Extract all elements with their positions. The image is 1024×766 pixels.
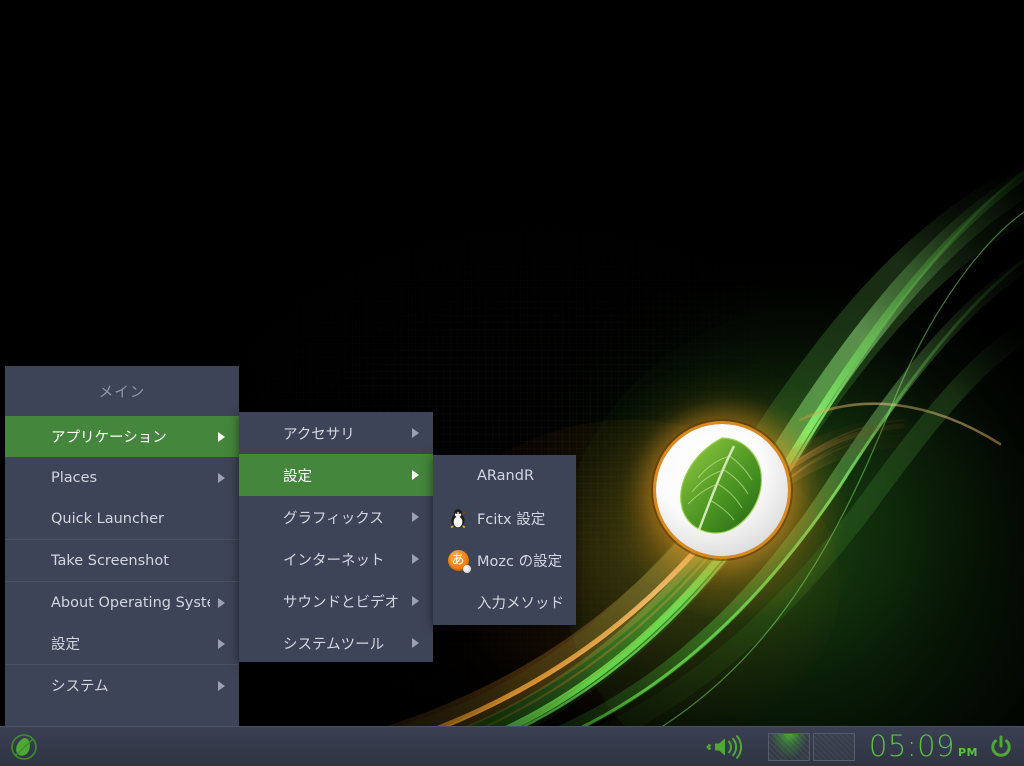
main-menu-header: メイン bbox=[98, 384, 146, 401]
menu-item-label: システム bbox=[51, 679, 109, 695]
menu-item-label: アクセサリ bbox=[283, 426, 355, 443]
chevron-right-icon bbox=[218, 431, 225, 442]
menu-item-input-method[interactable]: 入力メソッド bbox=[433, 581, 576, 623]
menu-item-graphics[interactable]: グラフィックス bbox=[239, 496, 433, 538]
chevron-right-icon bbox=[218, 638, 225, 649]
menu-item-label: 設定 bbox=[51, 637, 80, 653]
chevron-right-icon bbox=[412, 638, 419, 648]
volume-speaker-icon bbox=[706, 734, 742, 759]
bodhi-leaf-badge bbox=[656, 424, 788, 556]
tux-penguin-icon bbox=[447, 507, 469, 529]
clock-ampm: PM bbox=[957, 746, 978, 759]
desktop-pager[interactable] bbox=[758, 732, 865, 761]
main-menu-panel[interactable]: メイン アプリケーション Places Quick Launcher Take … bbox=[5, 366, 239, 726]
menu-item-internet[interactable]: インターネット bbox=[239, 538, 433, 580]
desktop-screen: メイン アプリケーション Places Quick Launcher Take … bbox=[0, 0, 1024, 766]
menu-item-label: アプリケーション bbox=[51, 430, 167, 446]
menu-item-system[interactable]: システム bbox=[5, 665, 239, 706]
menu-item-sound-and-video[interactable]: サウンドとビデオ bbox=[239, 580, 433, 622]
menu-item-label: Places bbox=[51, 469, 98, 486]
start-menu-button[interactable] bbox=[0, 727, 48, 766]
bodhi-menu-leaf-icon bbox=[11, 733, 37, 760]
menu-item-about-operating-system[interactable]: About Operating System bbox=[5, 582, 239, 623]
menu-item-label: Fcitx 設定 bbox=[477, 511, 546, 528]
leaf-icon bbox=[680, 437, 762, 539]
window-task-list[interactable] bbox=[48, 727, 700, 766]
power-button-icon bbox=[991, 735, 1011, 757]
menu-item-mozc-settings[interactable]: あ Mozc の設定 bbox=[433, 539, 576, 581]
settings-submenu-panel[interactable]: ARandR Fcitx 設定 あ Mozc の設定 入力メソッド bbox=[433, 455, 576, 625]
menu-item-label: About Operating System bbox=[51, 594, 210, 611]
menu-item-take-screenshot[interactable]: Take Screenshot bbox=[5, 540, 239, 581]
clock-time: 05:09 bbox=[868, 729, 955, 763]
menu-item-applications[interactable]: アプリケーション bbox=[5, 416, 239, 457]
volume-tray-button[interactable] bbox=[700, 727, 758, 766]
menu-item-label: Quick Launcher bbox=[51, 510, 164, 527]
menu-item-label: 設定 bbox=[283, 468, 312, 485]
menu-item-label: ARandR bbox=[477, 468, 535, 484]
menu-item-arandr[interactable]: ARandR bbox=[433, 455, 576, 497]
menu-item-places[interactable]: Places bbox=[5, 457, 239, 498]
menu-item-settings[interactable]: 設定 bbox=[5, 623, 239, 664]
menu-item-accessories[interactable]: アクセサリ bbox=[239, 412, 433, 454]
menu-item-system-tools[interactable]: システムツール bbox=[239, 622, 433, 664]
applications-submenu-panel[interactable]: アクセサリ 設定 グラフィックス インターネット サウンドとビデオ システムツー… bbox=[239, 412, 433, 662]
chevron-right-icon bbox=[218, 597, 225, 608]
menu-item-fcitx-settings[interactable]: Fcitx 設定 bbox=[433, 497, 576, 539]
menu-item-label: Mozc の設定 bbox=[477, 553, 562, 570]
menu-item-label: Take Screenshot bbox=[51, 552, 169, 569]
menu-item-quick-launcher[interactable]: Quick Launcher bbox=[5, 498, 239, 539]
mozc-a-glyph: あ bbox=[447, 549, 471, 573]
menu-item-label: グラフィックス bbox=[283, 510, 384, 527]
chevron-right-icon bbox=[412, 428, 419, 438]
pager-desktop-1[interactable] bbox=[767, 732, 810, 761]
menu-item-label: サウンドとビデオ bbox=[283, 594, 399, 611]
menu-item-label: 入力メソッド bbox=[477, 595, 562, 612]
chevron-right-icon bbox=[412, 596, 419, 606]
pager-desktop-2[interactable] bbox=[812, 732, 855, 761]
menu-item-label: システムツール bbox=[283, 636, 385, 653]
mozc-a-icon: あ bbox=[447, 549, 471, 573]
menu-item-label: インターネット bbox=[283, 552, 385, 569]
chevron-right-icon bbox=[218, 680, 225, 691]
taskbar-clock[interactable]: 05:09 PM bbox=[865, 732, 984, 761]
chevron-right-icon bbox=[412, 470, 419, 480]
menu-item-settings[interactable]: 設定 bbox=[239, 454, 433, 496]
chevron-right-icon bbox=[412, 512, 419, 522]
chevron-right-icon bbox=[412, 554, 419, 564]
chevron-right-icon bbox=[218, 472, 225, 483]
power-menu-button[interactable] bbox=[984, 734, 1024, 760]
taskbar-panel: 05:09 PM bbox=[0, 726, 1024, 766]
